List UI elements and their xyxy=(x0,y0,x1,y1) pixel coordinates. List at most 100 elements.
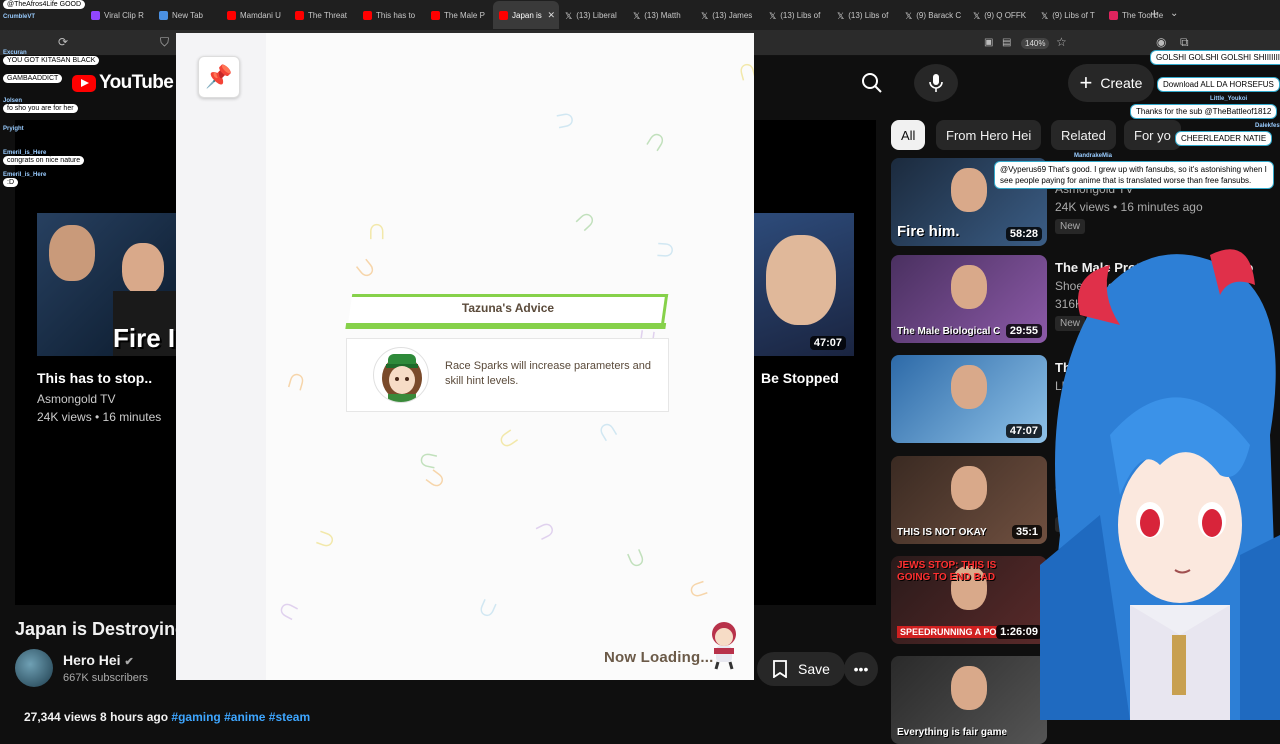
video-title: Japan is Destroying xyxy=(15,619,180,639)
chat-bubble: GAMBAADDICT xyxy=(3,74,63,83)
filter-chip[interactable]: From Hero Hei xyxy=(936,120,1042,150)
browser-tab[interactable]: The Male P xyxy=(425,1,493,29)
x-icon: 𝕏 xyxy=(1041,10,1049,21)
browser-tab[interactable]: 𝕏 (13) Libs of xyxy=(831,1,899,29)
endscreen-title[interactable]: This has to stop.. xyxy=(37,370,152,386)
more-actions-button[interactable]: ••• xyxy=(844,652,878,686)
browser-tab[interactable]: Mamdani U xyxy=(221,1,289,29)
horseshoe-icon: ∩ xyxy=(650,238,685,262)
endscreen-title[interactable]: Be Stopped xyxy=(761,370,839,386)
pin-button[interactable]: 📌 xyxy=(198,56,240,98)
youtube-logo[interactable]: YouTube xyxy=(72,72,174,94)
browser-tab[interactable]: Viral Clip R xyxy=(85,1,153,29)
youtube-icon xyxy=(227,10,236,20)
video-stats: 27,344 views 8 hours ago #gaming #anime … xyxy=(24,710,310,724)
chat-message: CrumbleVT xyxy=(3,14,35,20)
browser-tab[interactable]: 𝕏 (13) Matth xyxy=(627,1,695,29)
tab-title: The Male P xyxy=(444,10,485,20)
browser-tab[interactable]: Japan is ✕ xyxy=(493,1,559,29)
x-icon: 𝕏 xyxy=(973,10,981,21)
browser-tab[interactable]: 𝕏 (13) James xyxy=(695,1,763,29)
chat-username: Little_Youkoi xyxy=(1210,96,1248,102)
youtube-logo-text: YouTube xyxy=(99,72,174,93)
microphone-icon xyxy=(929,74,943,92)
bookmark-star-icon[interactable]: ☆ xyxy=(1056,35,1067,49)
related-thumbnail[interactable]: THIS IS NOT OKAY 35:1 xyxy=(891,456,1047,544)
verified-icon: ✔ xyxy=(124,656,134,668)
related-thumbnail[interactable]: The Male Biological C 29:55 xyxy=(891,255,1047,343)
new-badge: New xyxy=(1055,219,1086,234)
browser-tab[interactable]: 𝕏 (9) Barack C xyxy=(899,1,967,29)
tab-title: Japan is xyxy=(512,10,542,20)
shield-icon[interactable]: ⛉ xyxy=(160,35,169,50)
create-label: Create xyxy=(1100,75,1143,91)
browser-tab[interactable]: 𝕏 (13) Liberal xyxy=(559,1,627,29)
zoom-level[interactable]: 140% xyxy=(1021,38,1050,49)
chat-bubble: Download ALL DA HORSEFUS xyxy=(1157,77,1280,92)
horseshoe-icon: ∩ xyxy=(620,541,654,580)
reader-icon[interactable]: ▤ xyxy=(1002,37,1011,48)
browser-tab[interactable]: 𝕏 (9) Libs of T xyxy=(1035,1,1103,29)
create-button[interactable]: + Create xyxy=(1068,64,1154,102)
chat-message: Jolsen fo sho you are for her xyxy=(3,98,78,113)
related-thumbnail[interactable]: Everything is fair game xyxy=(891,656,1047,744)
screenshot-icon[interactable]: ▣ xyxy=(984,37,993,48)
related-thumbnail[interactable]: JEWS STOP: THIS IS GOING TO END BAD SPEED… xyxy=(891,556,1047,644)
horseshoe-icon: ∩ xyxy=(266,592,307,628)
close-tab-icon[interactable]: ✕ xyxy=(547,10,555,21)
site-icon xyxy=(1109,10,1118,20)
voice-search-button[interactable] xyxy=(914,64,958,102)
hashtags[interactable]: #gaming #anime #steam xyxy=(171,710,310,724)
horseshoe-icon: ∩ xyxy=(731,50,754,89)
endscreen-video-left[interactable]: Fire I xyxy=(37,213,177,356)
browser-tab[interactable]: 𝕏 (13) Libs of xyxy=(763,1,831,29)
horseshoe-icon: ∩ xyxy=(282,360,312,399)
pin-icon: 📌 xyxy=(205,64,233,89)
chat-username: CrumbleVT xyxy=(3,14,36,20)
plus-icon: + xyxy=(1079,70,1093,95)
horseshoe-icon: ∩ xyxy=(486,421,527,459)
new-tab-button[interactable]: + xyxy=(1150,6,1159,23)
filter-chip[interactable]: All xyxy=(891,120,926,150)
browser-tab[interactable]: 𝕏 (9) Q OFFK xyxy=(967,1,1035,29)
game-window[interactable]: ∩∩∩∩∩∩∩∩∩∩∩∩∩∩∩∩∩∩∩ 📌 Tazuna's Advice Ra… xyxy=(176,33,754,680)
thumbnail-overlay-text: The Male Biological C xyxy=(897,326,1001,337)
chat-message: Emeril_is_Here congrats on nice nature xyxy=(3,150,85,165)
tab-title: Mamdani U xyxy=(240,10,281,20)
duration-badge: 1:26:09 xyxy=(996,625,1042,639)
tab-list-chevron-icon[interactable]: ⌄ xyxy=(1170,8,1178,19)
tab-title: (9) Q OFFK xyxy=(984,10,1027,20)
chat-bubble: CHEERLEADER NATIE xyxy=(1175,131,1273,146)
chat-bubble: fo sho you are for her xyxy=(3,104,78,113)
avatar[interactable] xyxy=(15,649,53,687)
search-button[interactable] xyxy=(850,64,894,102)
advice-title: Tazuna's Advice xyxy=(461,301,555,315)
horseshoe-icon: ∩ xyxy=(549,106,586,134)
youtube-icon xyxy=(431,10,440,20)
more-icon: ••• xyxy=(853,661,869,677)
related-thumbnail[interactable]: 47:07 xyxy=(891,355,1047,443)
tab-title: New Tab xyxy=(172,10,203,20)
reload-icon[interactable]: ⟳ xyxy=(58,35,68,49)
endscreen-video-right[interactable]: 47:07 xyxy=(754,213,854,356)
save-button[interactable]: Save xyxy=(757,652,845,686)
chat-bubble: :D xyxy=(3,178,18,187)
save-label: Save xyxy=(798,661,830,677)
thumbnail-overlay-text: SPEEDRUNNING A POGROM xyxy=(897,626,997,638)
duration-badge: 47:07 xyxy=(809,336,846,350)
chat-username: MandrakeMia xyxy=(1074,153,1113,159)
browser-tab[interactable]: New Tab xyxy=(153,1,221,29)
horseshoe-icon: ∩ xyxy=(308,524,347,556)
browser-tab[interactable]: The Threat xyxy=(289,1,357,29)
youtube-play-icon xyxy=(72,74,96,92)
channel-name[interactable]: Hero Hei ✔ xyxy=(63,652,134,668)
tab-title: (13) James xyxy=(712,10,753,20)
browser-tab[interactable]: The Tool Je xyxy=(1103,1,1171,29)
filter-chip[interactable]: Related xyxy=(1051,120,1116,150)
account-icon[interactable]: ◉ xyxy=(1156,35,1166,49)
extensions-icon[interactable]: ⧉ xyxy=(1180,35,1189,50)
filter-chip[interactable]: For yo xyxy=(1124,120,1181,150)
tab-title: The Threat xyxy=(308,10,347,20)
search-icon xyxy=(862,73,882,93)
browser-tab[interactable]: This has to xyxy=(357,1,425,29)
